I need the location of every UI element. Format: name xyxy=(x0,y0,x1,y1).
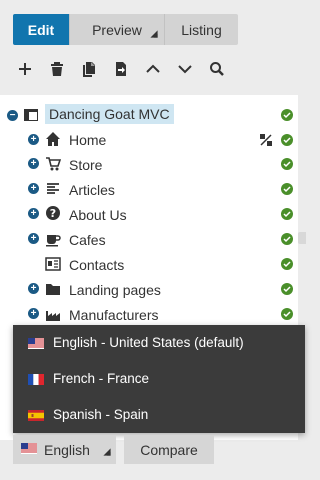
tree-item-label[interactable]: Articles xyxy=(69,182,115,198)
tree-item[interactable]: + Cafes xyxy=(0,227,298,251)
us-flag-icon xyxy=(21,443,37,454)
tree-root-label[interactable]: Dancing Goat MVC xyxy=(45,104,174,124)
es-flag-icon xyxy=(28,410,44,421)
panel-resize-handle[interactable] xyxy=(298,232,306,244)
tree-item[interactable]: + ? About Us xyxy=(0,202,298,226)
move-icon xyxy=(116,62,126,76)
tree-item-label[interactable]: Contacts xyxy=(69,257,124,273)
copy-icon xyxy=(83,62,95,77)
language-selector-button[interactable]: English xyxy=(13,435,116,464)
published-status-icon xyxy=(281,208,293,220)
articles-icon xyxy=(45,181,61,197)
language-option-es-es[interactable]: Spanish - Spain xyxy=(13,397,305,433)
language-option-label: French - France xyxy=(53,371,150,386)
expand-icon[interactable]: + xyxy=(28,134,39,145)
language-option-label: Spanish - Spain xyxy=(53,407,149,422)
move-button[interactable] xyxy=(113,57,145,81)
tree-item-label[interactable]: Cafes xyxy=(69,232,106,248)
tree-item-label[interactable]: About Us xyxy=(69,207,127,223)
caret-icon xyxy=(103,448,111,456)
tree-item[interactable]: + Store xyxy=(0,152,298,176)
tree-item-label[interactable]: Store xyxy=(69,157,102,173)
expand-icon[interactable]: + xyxy=(28,233,39,244)
delete-button[interactable] xyxy=(49,57,81,81)
tree-item[interactable]: + Manufacturers xyxy=(0,302,298,326)
chevron-down-icon xyxy=(178,65,192,74)
chevron-up-icon xyxy=(146,64,160,73)
tab-preview[interactable]: Preview xyxy=(70,14,165,45)
tree-root-row[interactable]: − Dancing Goat MVC xyxy=(0,103,298,127)
expand-icon[interactable]: + xyxy=(28,308,39,319)
tab-edit[interactable]: Edit xyxy=(13,14,70,45)
tab-preview-label: Preview xyxy=(92,21,142,38)
cart-icon xyxy=(45,156,61,172)
tree-item-label[interactable]: Manufacturers xyxy=(69,307,158,323)
tree-item-label[interactable]: Home xyxy=(69,132,106,148)
published-status-icon xyxy=(281,258,293,270)
new-page-button[interactable] xyxy=(17,57,49,81)
tree-item[interactable]: + Home xyxy=(0,128,298,152)
move-down-button[interactable] xyxy=(177,57,209,81)
coffee-cup-icon xyxy=(45,231,61,247)
published-status-icon xyxy=(281,308,293,320)
folder-icon xyxy=(45,281,61,297)
published-status-icon xyxy=(281,134,293,146)
language-option-label: English - United States (default) xyxy=(53,335,244,350)
copy-button[interactable] xyxy=(81,57,113,81)
home-page-flag-icon xyxy=(260,134,272,146)
collapse-icon[interactable]: − xyxy=(7,109,18,121)
language-menu: English - United States (default) French… xyxy=(13,325,305,433)
move-up-button[interactable] xyxy=(145,57,177,81)
trash-icon xyxy=(51,62,63,76)
expand-icon[interactable]: + xyxy=(28,183,39,194)
expand-icon[interactable]: + xyxy=(28,283,39,294)
tree-item[interactable]: + Landing pages xyxy=(0,277,298,301)
published-status-icon xyxy=(281,183,293,195)
caret-icon xyxy=(150,30,158,38)
content-toolbar xyxy=(17,57,241,81)
published-status-icon xyxy=(281,109,293,121)
published-status-icon xyxy=(281,283,293,295)
factory-icon xyxy=(45,306,61,322)
us-flag-icon xyxy=(28,338,44,349)
language-option-fr-fr[interactable]: French - France xyxy=(13,361,305,397)
home-icon xyxy=(45,131,61,147)
mode-tabs: Edit Preview Listing xyxy=(13,14,238,45)
expand-icon[interactable]: + xyxy=(28,208,39,219)
compare-button[interactable]: Compare xyxy=(124,435,214,464)
published-status-icon xyxy=(281,158,293,170)
fr-flag-icon xyxy=(28,374,44,385)
tree-item[interactable]: + Articles xyxy=(0,177,298,201)
tree-item[interactable]: Contacts xyxy=(0,252,298,276)
question-icon: ? xyxy=(45,205,61,221)
site-root-icon xyxy=(23,107,39,123)
plus-icon xyxy=(19,63,31,75)
tab-listing[interactable]: Listing xyxy=(165,14,238,45)
search-button[interactable] xyxy=(209,57,241,81)
svg-text:?: ? xyxy=(50,207,56,220)
contact-card-icon xyxy=(45,256,61,272)
language-selector-label: English xyxy=(44,442,90,458)
language-option-en-us[interactable]: English - United States (default) xyxy=(13,325,305,361)
published-status-icon xyxy=(281,233,293,245)
expand-icon[interactable]: + xyxy=(28,158,39,169)
tree-item-label[interactable]: Landing pages xyxy=(69,282,161,298)
search-icon xyxy=(210,62,224,76)
